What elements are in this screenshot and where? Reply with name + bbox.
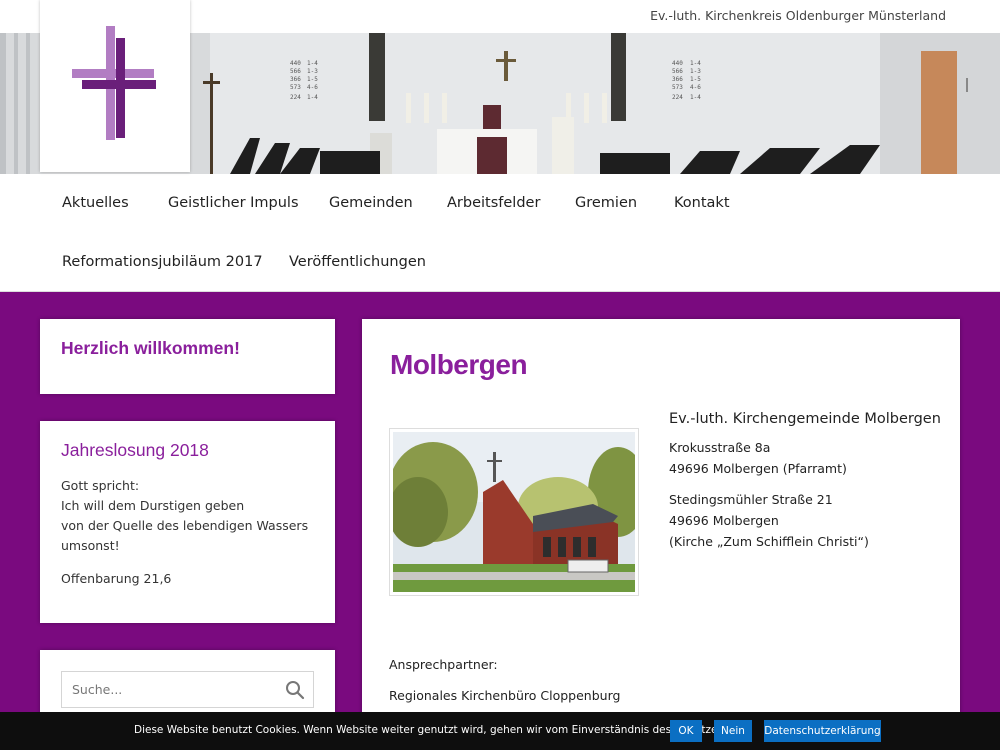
privacy-policy-button[interactable]: Datenschutzerklärung — [764, 720, 881, 742]
verse-line: Gott spricht: — [61, 478, 140, 493]
svg-text:1-3: 1-3 — [690, 68, 701, 75]
nav-item-geistlicher-impuls[interactable]: Geistlicher Impuls — [168, 195, 299, 211]
welcome-title: Herzlich willkommen! — [61, 338, 240, 358]
svg-text:1-4: 1-4 — [690, 60, 701, 67]
parish-name: Ev.-luth. Kirchengemeinde Molbergen — [669, 411, 941, 427]
svg-text:566: 566 — [672, 68, 683, 75]
address-line: 49696 Molbergen — [669, 513, 779, 528]
welcome-widget: Herzlich willkommen! — [40, 319, 335, 394]
cross-icon — [72, 26, 156, 140]
svg-text:4-6: 4-6 — [690, 84, 701, 91]
jahreslosung-title: Jahreslosung 2018 — [61, 440, 209, 460]
nav-item-gremien[interactable]: Gremien — [575, 195, 637, 211]
svg-text:366: 366 — [290, 76, 301, 83]
svg-text:573: 573 — [672, 84, 683, 91]
nav-item-aktuelles[interactable]: Aktuelles — [62, 195, 129, 211]
svg-text:1-5: 1-5 — [307, 76, 318, 83]
nav-item-gemeinden[interactable]: Gemeinden — [329, 195, 413, 211]
cookie-message: Diese Website benutzt Cookies. Wenn Webs… — [134, 724, 753, 736]
nav-item-kontakt[interactable]: Kontakt — [674, 195, 730, 211]
svg-text:366: 366 — [672, 76, 683, 83]
svg-text:4-6: 4-6 — [307, 84, 318, 91]
svg-text:224: 224 — [672, 94, 683, 101]
address-line: Stedingsmühler Straße 21 — [669, 492, 833, 507]
main-navigation: Aktuelles Geistlicher Impuls Gemeinden A… — [0, 174, 1000, 292]
svg-text:1-3: 1-3 — [307, 68, 318, 75]
svg-text:566: 566 — [290, 68, 301, 75]
nav-item-reformationsjubilaeum[interactable]: Reformationsjubiläum 2017 — [62, 254, 263, 270]
svg-text:1-4: 1-4 — [307, 60, 318, 67]
cookie-ok-button[interactable]: OK — [670, 720, 702, 742]
search-form — [61, 671, 314, 708]
svg-text:573: 573 — [290, 84, 301, 91]
search-icon[interactable] — [285, 680, 305, 700]
main-content: Molbergen Ev.-luth. Kirchengemeinde Molb… — [362, 319, 960, 739]
svg-text:1-4: 1-4 — [307, 94, 318, 101]
address-line: 49696 Molbergen (Pfarramt) — [669, 461, 847, 476]
contact-office: Regionales Kirchenbüro Cloppenburg — [389, 688, 621, 703]
cookie-no-button[interactable]: Nein — [714, 720, 752, 742]
verse-line: umsonst! — [61, 538, 120, 553]
page-title: Molbergen — [390, 349, 528, 380]
svg-text:224: 224 — [290, 94, 301, 101]
org-name: Ev.-luth. Kirchenkreis Oldenburger Münst… — [650, 8, 946, 23]
svg-text:440: 440 — [672, 60, 683, 67]
nav-item-veroeffentlichungen[interactable]: Veröffentlichungen — [289, 254, 426, 270]
address-parish-office: Krokusstraße 8a 49696 Molbergen (Pfarram… — [669, 437, 847, 479]
svg-text:1-4: 1-4 — [690, 94, 701, 101]
cookie-banner: Diese Website benutzt Cookies. Wenn Webs… — [0, 712, 1000, 750]
jahreslosung-widget: Jahreslosung 2018 Gott spricht: Ich will… — [40, 421, 335, 623]
site-logo[interactable] — [40, 0, 190, 172]
address-line: (Kirche „Zum Schifflein Christi“) — [669, 534, 869, 549]
address-line: Krokusstraße 8a — [669, 440, 771, 455]
svg-text:440: 440 — [290, 60, 301, 67]
verse-line: von der Quelle des lebendigen Wassers — [61, 518, 309, 533]
church-photo — [388, 428, 648, 596]
contact-label: Ansprechpartner: — [389, 657, 498, 672]
search-input[interactable] — [62, 672, 272, 707]
verse-line: Ich will dem Durstigen geben — [61, 498, 245, 513]
svg-text:1-5: 1-5 — [690, 76, 701, 83]
nav-item-arbeitsfelder[interactable]: Arbeitsfelder — [447, 195, 540, 211]
address-church: Stedingsmühler Straße 21 49696 Molbergen… — [669, 489, 869, 552]
verse-reference: Offenbarung 21,6 — [61, 571, 172, 586]
jahreslosung-verse: Gott spricht: Ich will dem Durstigen geb… — [61, 476, 308, 556]
